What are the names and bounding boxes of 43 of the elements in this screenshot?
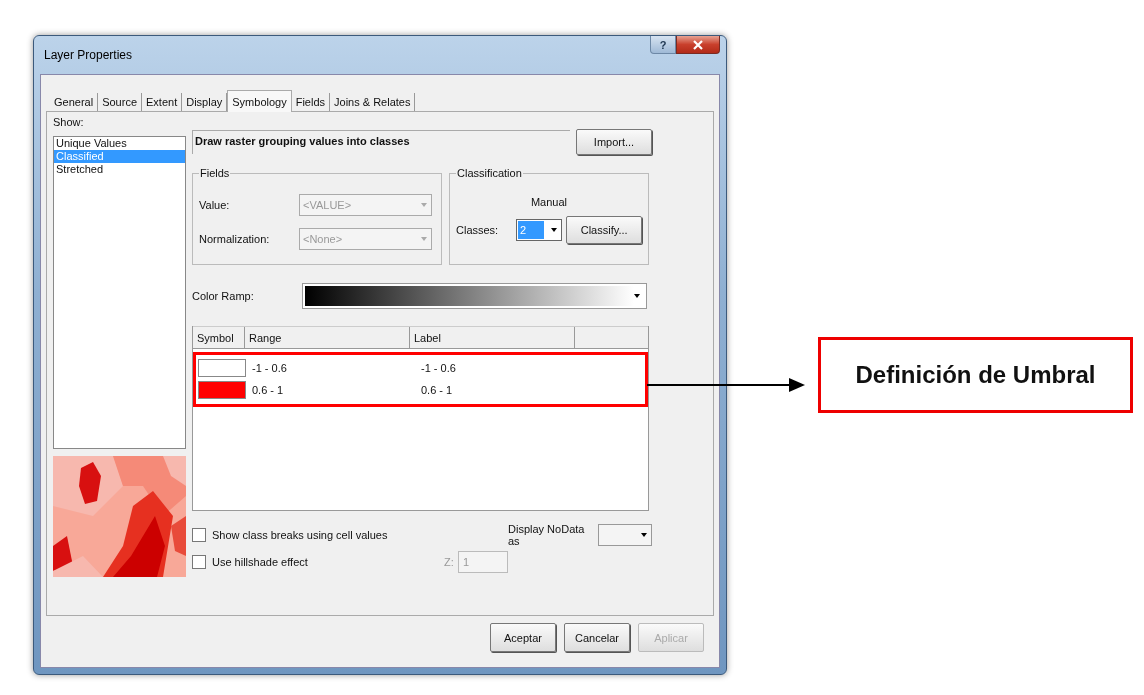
- close-icon: [692, 38, 704, 51]
- caret-icon: [421, 203, 427, 207]
- caret-icon: [641, 532, 647, 537]
- import-button[interactable]: Import...: [576, 129, 652, 155]
- checkbox-label: Show class breaks using cell values: [212, 528, 389, 541]
- symbol-swatch[interactable]: [198, 381, 246, 399]
- checkbox-label: Use hillshade effect: [212, 555, 309, 568]
- table-cell-text: -1 - 0.6: [420, 361, 457, 376]
- caret-icon: [551, 228, 558, 232]
- column-header[interactable]: Label: [410, 327, 575, 349]
- table-cell-text: -1 - 0.6: [251, 361, 288, 376]
- tab[interactable]: Symbology: [227, 90, 292, 112]
- z-label: Z:: [444, 555, 455, 568]
- checkbox[interactable]: [192, 527, 206, 542]
- list-item[interactable]: Unique Values: [54, 137, 185, 150]
- nodata-label: Display NoData as: [508, 522, 586, 547]
- column-header[interactable]: Symbol: [193, 327, 245, 349]
- symbol-swatch[interactable]: [198, 359, 246, 377]
- table-cell-text: 0.6 - 1: [251, 383, 285, 398]
- help-button[interactable]: ?: [650, 36, 676, 54]
- dialog-button[interactable]: Aceptar: [490, 623, 556, 652]
- close-button[interactable]: [676, 36, 720, 54]
- annotation-label: Definición de Umbral: [818, 337, 1133, 413]
- classify-button[interactable]: Classify...: [566, 216, 642, 244]
- description-text: Draw raster grouping values into classes: [192, 130, 570, 154]
- group-title: Classification: [456, 167, 523, 180]
- dialog-button[interactable]: Cancelar: [564, 623, 630, 652]
- window-title: Layer Properties: [44, 48, 133, 62]
- field-label: Normalization:: [199, 233, 271, 245]
- nodata-color-dropdown[interactable]: [597, 523, 652, 546]
- column-header[interactable]: Range: [245, 327, 410, 349]
- field-label: Classes:: [456, 224, 500, 236]
- list-item[interactable]: Stretched: [54, 163, 185, 176]
- method-text: Manual: [530, 195, 568, 210]
- color-ramp-label: Color Ramp:: [192, 290, 255, 302]
- color-ramp-dropdown[interactable]: [302, 283, 647, 309]
- group-title: Fields: [199, 167, 231, 180]
- table-cell-text: 0.6 - 1: [420, 383, 454, 398]
- caret-icon: [421, 237, 427, 241]
- checkbox[interactable]: [192, 554, 206, 569]
- show-label: Show:: [53, 116, 85, 130]
- field-label: Value:: [199, 199, 231, 211]
- caret-icon: [634, 294, 640, 298]
